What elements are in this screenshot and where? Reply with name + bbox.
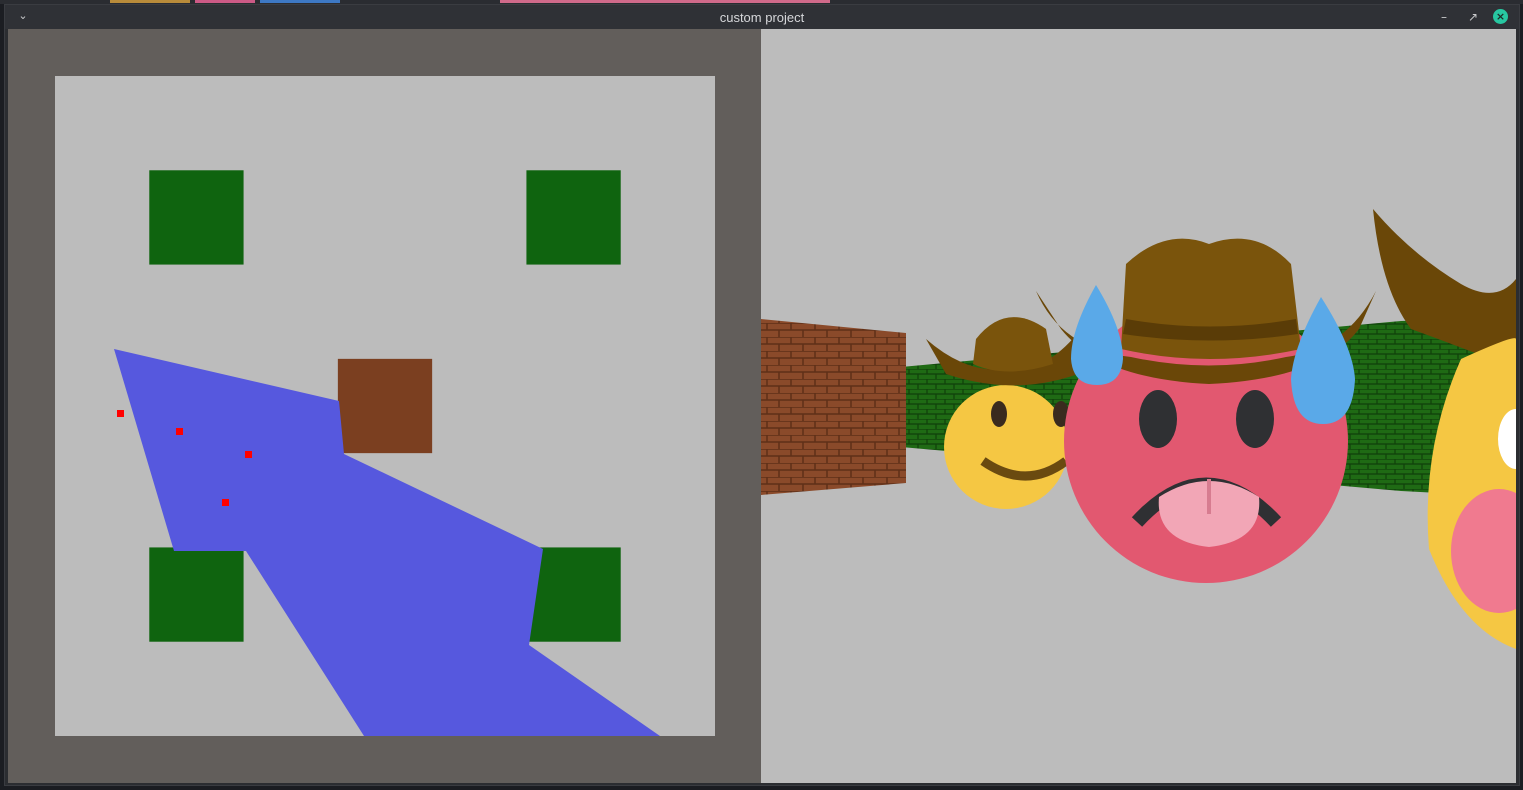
map-wall-brick [337,358,433,454]
app-window: ⌄ custom project – ↗ × [4,4,1520,786]
desktop-taskbar-chip [500,0,830,3]
entity-marker [245,451,252,458]
brick-wall-3d [761,319,906,495]
first-person-view[interactable] [761,29,1516,783]
maximize-icon[interactable]: ↗ [1464,8,1482,26]
minimize-icon[interactable]: – [1435,8,1453,26]
entity-marker [222,499,229,506]
close-icon[interactable]: × [1493,9,1508,24]
entity-marker [117,410,124,417]
desktop-taskbar-chip [110,0,190,3]
minimap-panel [8,29,761,783]
map-wall-green [526,170,621,265]
map-wall-green [149,547,244,642]
game-canvas[interactable] [8,29,1516,783]
desktop-taskbar-chip [260,0,340,3]
entity-marker [176,428,183,435]
first-person-svg [761,209,1516,649]
minimap-svg [55,76,715,736]
map-wall-green [149,170,244,265]
desktop-taskbar-chip [195,0,255,3]
cowboy-sweat-tongue-sprite [1036,238,1376,583]
window-titlebar[interactable]: ⌄ custom project – ↗ × [5,5,1519,29]
window-title: custom project [719,10,805,25]
